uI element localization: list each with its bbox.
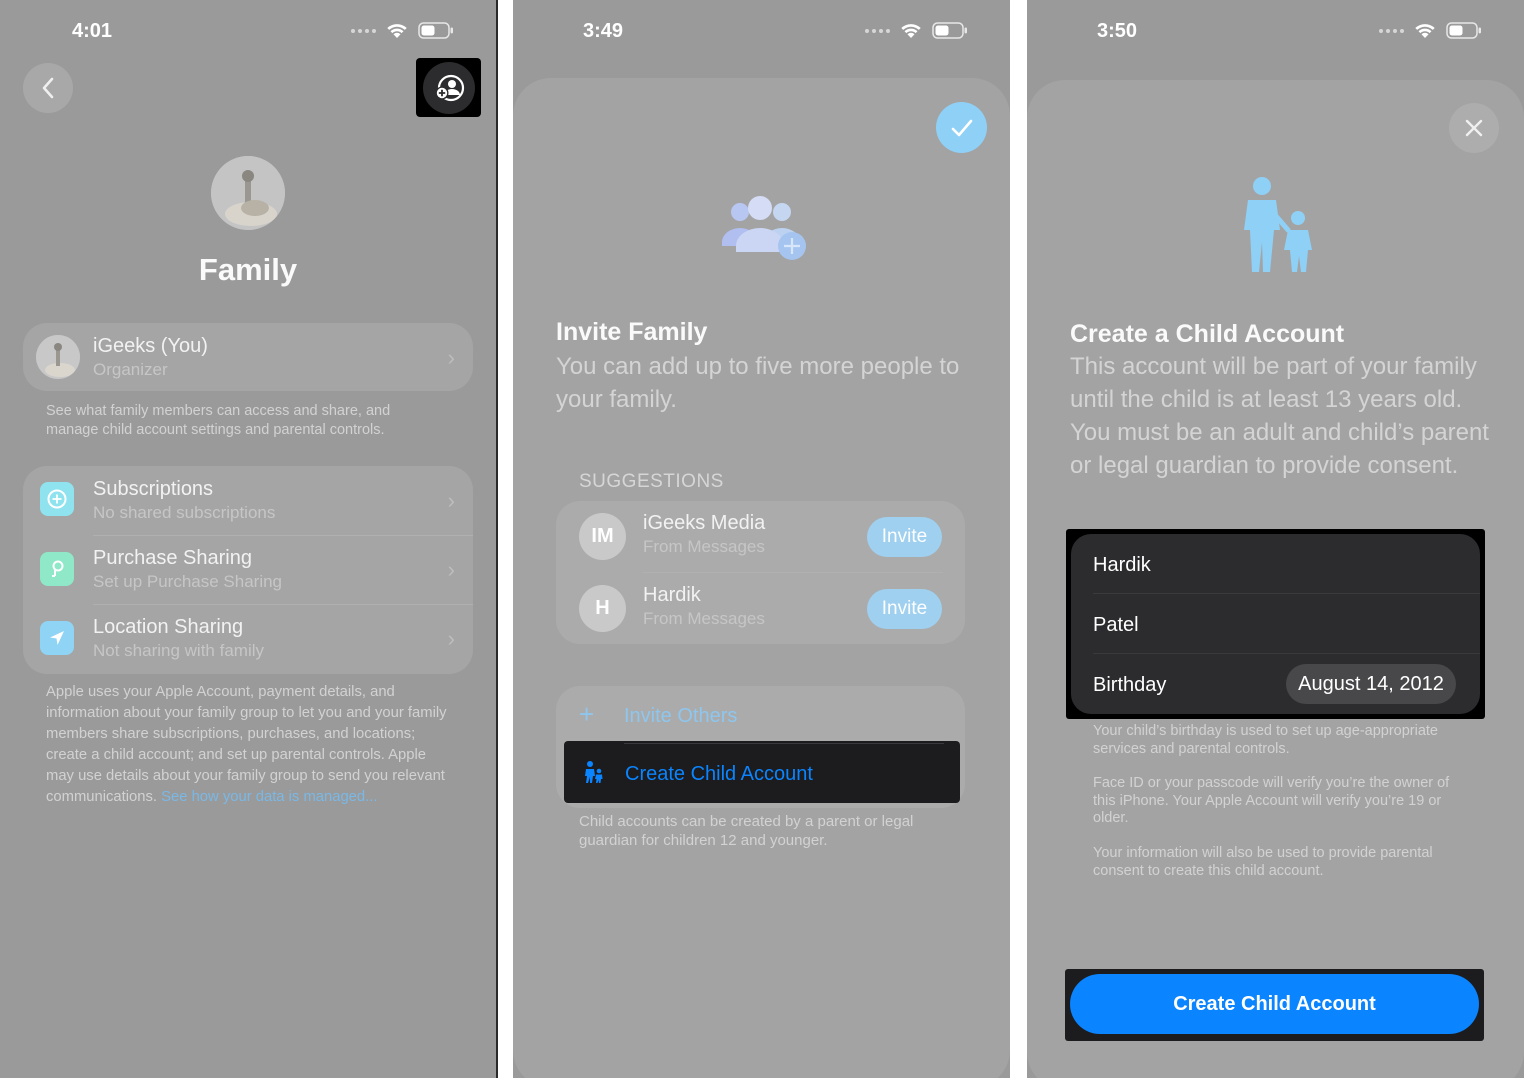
family-avatar — [211, 156, 285, 230]
row-divider — [1093, 593, 1480, 594]
contact-source: From Messages — [643, 609, 765, 628]
wifi-icon — [900, 23, 922, 39]
create-child-label: Create Child Account — [625, 763, 813, 785]
privacy-footer: Apple uses your Apple Account, payment d… — [46, 682, 456, 808]
panel-separator — [496, 0, 498, 1078]
purchase-sharing-row[interactable]: Purchase Sharing Set up Purchase Sharing… — [23, 535, 473, 604]
page-title: Family — [198, 252, 298, 287]
contact-name: Hardik — [643, 584, 701, 606]
row-title: Subscriptions — [93, 478, 214, 500]
invite-subtitle: You can add up to five more people to yo… — [556, 353, 960, 413]
status-icons — [865, 22, 968, 39]
child-account-note: Child accounts can be created by a paren… — [579, 813, 914, 849]
consent-note: Your information will also be used to pr… — [1093, 845, 1433, 879]
plus-icon: + — [579, 699, 595, 729]
invite-sheet: Invite Family You can add up to five mor… — [513, 78, 1010, 1078]
location-sharing-row[interactable]: Location Sharing Not sharing with family… — [23, 604, 473, 673]
child-account-description: This account will be part of your family… — [1070, 353, 1489, 479]
status-time: 4:01 — [72, 20, 113, 42]
cellular-icon — [865, 28, 890, 33]
add-member-button[interactable] — [423, 62, 475, 114]
contact-initials: H — [579, 585, 626, 632]
member-note: See what family members can access and s… — [46, 403, 391, 438]
subscriptions-icon — [40, 482, 74, 516]
chevron-right-icon: › — [447, 488, 455, 513]
create-child-account-screen: 3:50 Create a Child Account This account… — [1027, 0, 1524, 1078]
create-child-account-button[interactable]: Create Child Account — [1070, 974, 1479, 1034]
cellular-icon — [351, 28, 376, 33]
birthday-note: Your child’s birthday is used to set up … — [1093, 723, 1438, 757]
child-account-title: Create a Child Account — [1070, 320, 1345, 348]
contact-name: iGeeks Media — [643, 512, 766, 534]
last-name-field[interactable]: Patel — [1093, 614, 1139, 637]
child-account-sheet: Create a Child Account This account will… — [1027, 80, 1524, 1078]
wifi-icon — [1414, 23, 1436, 39]
suggestions-list: IM iGeeks Media From Messages Invite H H… — [556, 501, 965, 644]
chevron-left-icon — [42, 77, 54, 99]
child-details-highlight: Hardik Patel Birthday August 14, 2012 — [1066, 529, 1485, 719]
child-details-form: Hardik Patel Birthday August 14, 2012 — [1071, 534, 1480, 714]
invite-family-screen: 3:49 Invite Family You can add up to fiv… — [513, 0, 1010, 1078]
row-subtitle: No shared subscriptions — [93, 503, 276, 522]
footer-text: Apple uses your Apple Account, payment d… — [46, 684, 447, 805]
row-subtitle: Not sharing with family — [93, 641, 265, 660]
chevron-right-icon: › — [447, 557, 455, 582]
subscriptions-row[interactable]: Subscriptions No shared subscriptions › — [23, 466, 473, 535]
add-person-icon — [435, 74, 465, 102]
verification-note: Face ID or your passcode will verify you… — [1093, 775, 1450, 826]
contact-source: From Messages — [643, 537, 765, 556]
battery-icon — [1446, 22, 1482, 39]
member-row[interactable]: iGeeks (You) Organizer › — [23, 323, 473, 391]
create-child-account-row[interactable]: Create Child Account — [564, 741, 960, 803]
row-divider — [624, 743, 944, 744]
parent-child-icon — [583, 760, 605, 789]
data-managed-link[interactable]: See how your data is managed... — [161, 789, 377, 805]
status-time: 3:50 — [1097, 20, 1138, 42]
chevron-right-icon: › — [447, 345, 455, 370]
family-settings-screen: 4:01 Family iGeeks (You) Organizer › See… — [0, 0, 496, 1078]
suggestion-row: IM iGeeks Media From Messages Invite — [556, 501, 965, 572]
family-group-icon — [720, 194, 810, 267]
purchase-sharing-icon — [40, 552, 74, 586]
row-divider — [1093, 653, 1480, 654]
invite-button[interactable]: Invite — [867, 589, 942, 629]
contact-initials: IM — [579, 513, 626, 560]
back-button[interactable] — [23, 63, 73, 113]
close-button[interactable] — [1449, 103, 1499, 153]
status-icons — [1379, 22, 1482, 39]
member-avatar — [36, 335, 80, 379]
invite-button[interactable]: Invite — [867, 517, 942, 557]
parent-child-icon — [1230, 176, 1320, 281]
row-subtitle: Set up Purchase Sharing — [93, 572, 283, 591]
member-name: iGeeks (You) — [93, 335, 208, 357]
checkmark-icon — [951, 119, 972, 136]
suggestion-row: H Hardik From Messages Invite — [556, 573, 965, 644]
member-role: Organizer — [93, 360, 168, 379]
row-title: Purchase Sharing — [93, 547, 252, 569]
battery-icon — [418, 22, 454, 39]
chevron-right-icon: › — [447, 626, 455, 651]
birthday-picker[interactable]: August 14, 2012 — [1286, 664, 1456, 704]
row-title: Location Sharing — [93, 616, 244, 638]
close-icon — [1465, 119, 1483, 137]
birthday-label: Birthday — [1093, 674, 1167, 696]
invite-others-row[interactable]: + Invite Others — [556, 686, 965, 744]
wifi-icon — [386, 23, 408, 39]
status-icons — [351, 22, 454, 39]
status-time: 3:49 — [583, 20, 624, 42]
invite-title: Invite Family — [556, 318, 708, 346]
battery-icon — [932, 22, 968, 39]
add-member-highlight[interactable] — [416, 58, 481, 117]
cellular-icon — [1379, 28, 1404, 33]
sharing-list: Subscriptions No shared subscriptions › … — [23, 466, 473, 674]
done-button[interactable] — [936, 102, 987, 153]
suggestions-header: SUGGESTIONS — [579, 471, 724, 492]
first-name-field[interactable]: Hardik — [1093, 554, 1151, 577]
location-icon — [40, 621, 74, 655]
create-button-highlight: Create Child Account — [1065, 969, 1484, 1041]
invite-others-label: Invite Others — [624, 705, 738, 727]
